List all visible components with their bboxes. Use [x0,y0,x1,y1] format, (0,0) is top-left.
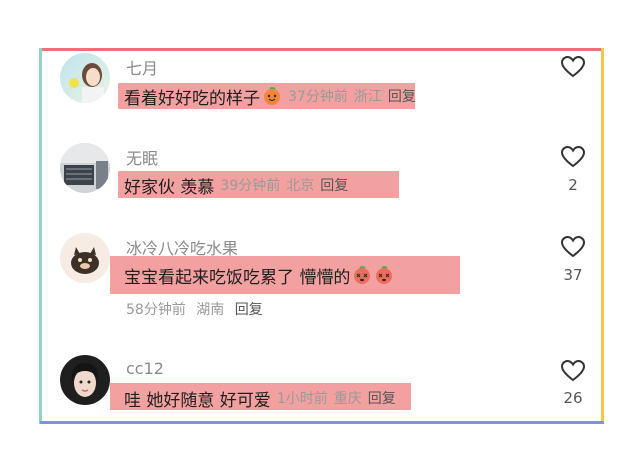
comment-username[interactable]: cc12 [126,359,164,378]
heart-icon[interactable] [560,145,586,169]
reply-button[interactable]: 回复 [388,86,416,106]
reply-button[interactable]: 回复 [368,388,396,408]
reply-button[interactable]: 回复 [320,175,348,195]
comment-time: 37分钟前 [288,89,348,105]
comment-location: 重庆 [333,391,362,407]
like-count: 26 [563,389,583,407]
frame-left-border [39,48,42,424]
comment-body: 看着好好吃的样子 37分钟前 浙江 回复 [124,84,416,109]
comment-text: 好家伙 羡慕 [124,177,215,198]
avatar[interactable] [60,143,110,193]
comment-location: 湖南 [196,302,225,318]
comment-body: 好家伙 羡慕 39分钟前 北京 回复 [124,173,348,198]
avatar[interactable] [60,355,110,405]
avatar[interactable] [60,53,110,103]
frame-bottom-border [40,421,604,424]
like-count: 37 [563,266,583,284]
peach-dizzy-icon [352,265,372,285]
peach-smile-icon [262,86,282,106]
comment-text: 哇 她好随意 好可爱 [124,390,271,411]
comment-location: 浙江 [353,89,382,105]
frame-right-border [601,48,604,424]
comment-body: 宝宝看起来吃饭吃累了 懵懵的 [124,263,394,288]
heart-icon[interactable] [560,55,586,79]
heart-icon[interactable] [560,359,586,383]
peach-dizzy-icon [374,265,394,285]
comment-username[interactable]: 无眠 [126,145,158,169]
comment-time: 39分钟前 [220,178,281,194]
comment-location: 北京 [286,178,315,194]
like-count: 2 [568,176,578,194]
comment-meta: 58分钟前 湖南 回复 [126,299,263,319]
frame-top-border [40,48,604,51]
comment-text: 宝宝看起来吃饭吃累了 懵懵的 [124,267,351,288]
avatar[interactable] [60,233,110,283]
heart-icon[interactable] [560,235,586,259]
comment-body: 哇 她好随意 好可爱 1小时前 重庆 回复 [124,386,396,411]
reply-button[interactable]: 回复 [235,302,263,318]
comment-time: 58分钟前 [126,302,186,318]
comment-username[interactable]: 七月 [126,55,158,79]
comment-time: 1小时前 [276,391,328,407]
comment-text: 看着好好吃的样子 [124,88,260,109]
